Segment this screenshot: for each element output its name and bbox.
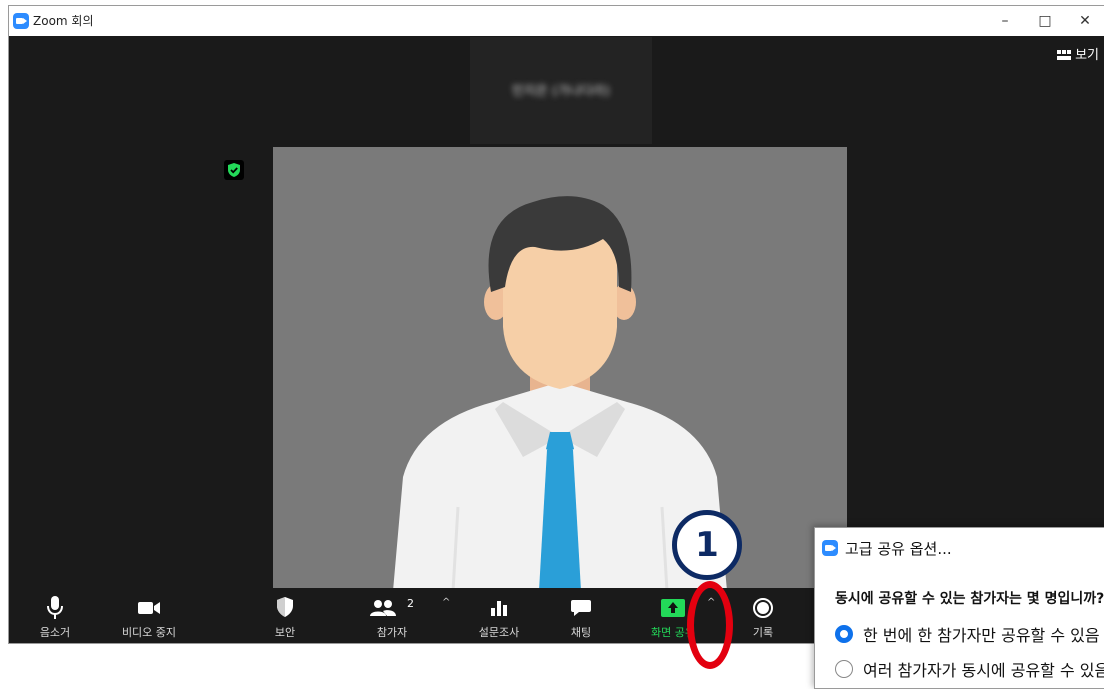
window-title: Zoom 회의 [33,14,94,28]
microphone-icon [47,596,63,619]
step-number-badge: 1 [672,510,742,580]
multiple-participants-option-label[interactable]: 여러 참가자가 동시에 공유할 수 있음 [863,657,1104,681]
participants-button[interactable]: 2 참가자 [365,588,419,643]
highlight-oval [687,581,733,669]
main-video-feed [273,147,847,591]
chat-label: 채팅 [570,626,592,639]
stop-video-button[interactable]: 비디오 중지 [107,588,191,643]
chat-button[interactable]: 채팅 [557,588,605,643]
one-participant-radio[interactable] [835,625,853,643]
bar-chart-icon [491,601,507,616]
avatar-illustration [273,147,847,591]
record-label: 기록 [752,626,774,639]
security-shield-icon [277,597,293,617]
minimize-button[interactable]: – [985,9,1025,33]
record-icon [753,598,773,618]
participants-label: 참가자 [376,626,408,639]
title-bar: Zoom 회의 – □ ✕ [9,6,1104,36]
view-label: 보기 [1075,48,1099,63]
polls-label: 설문조사 [478,626,520,639]
polls-button[interactable]: 설문조사 [459,588,539,643]
chat-bubble-icon [571,600,591,616]
encryption-shield-icon[interactable] [224,160,244,180]
record-button[interactable]: 기록 [737,588,789,643]
security-button[interactable]: 보안 [261,588,309,643]
participants-icon [370,600,396,616]
stop-video-label: 비디오 중지 [121,626,177,639]
mute-label: 음소거 [39,626,71,639]
share-screen-icon [661,599,685,617]
maximize-button[interactable]: □ [1025,9,1065,33]
zoom-logo-icon [822,540,838,556]
participants-count: 2 [407,597,414,610]
participants-options-caret[interactable]: ^ [442,597,450,608]
dialog-title: 고급 공유 옵션... [845,540,952,558]
close-button[interactable]: ✕ [1065,9,1104,33]
mute-button[interactable]: 음소거 [29,588,81,643]
view-button[interactable]: 보기 [1057,44,1099,63]
zoom-logo-icon [13,13,29,29]
advanced-sharing-options-dialog: 고급 공유 옵션... 동시에 공유할 수 있는 참가자는 몇 명입니까? 한 … [814,527,1104,689]
gallery-grid-icon [1057,50,1072,60]
multiple-participants-radio[interactable] [835,660,853,678]
participant-thumbnail[interactable]: 민지은 (가나다라) [470,37,652,144]
security-label: 보안 [274,626,296,639]
participant-name: 민지은 (가나다라) [512,84,610,99]
sharing-question: 동시에 공유할 수 있는 참가자는 몇 명입니까? [835,591,1104,607]
one-participant-option-label[interactable]: 한 번에 한 참가자만 공유할 수 있음 [863,622,1100,646]
video-camera-icon [138,602,160,614]
